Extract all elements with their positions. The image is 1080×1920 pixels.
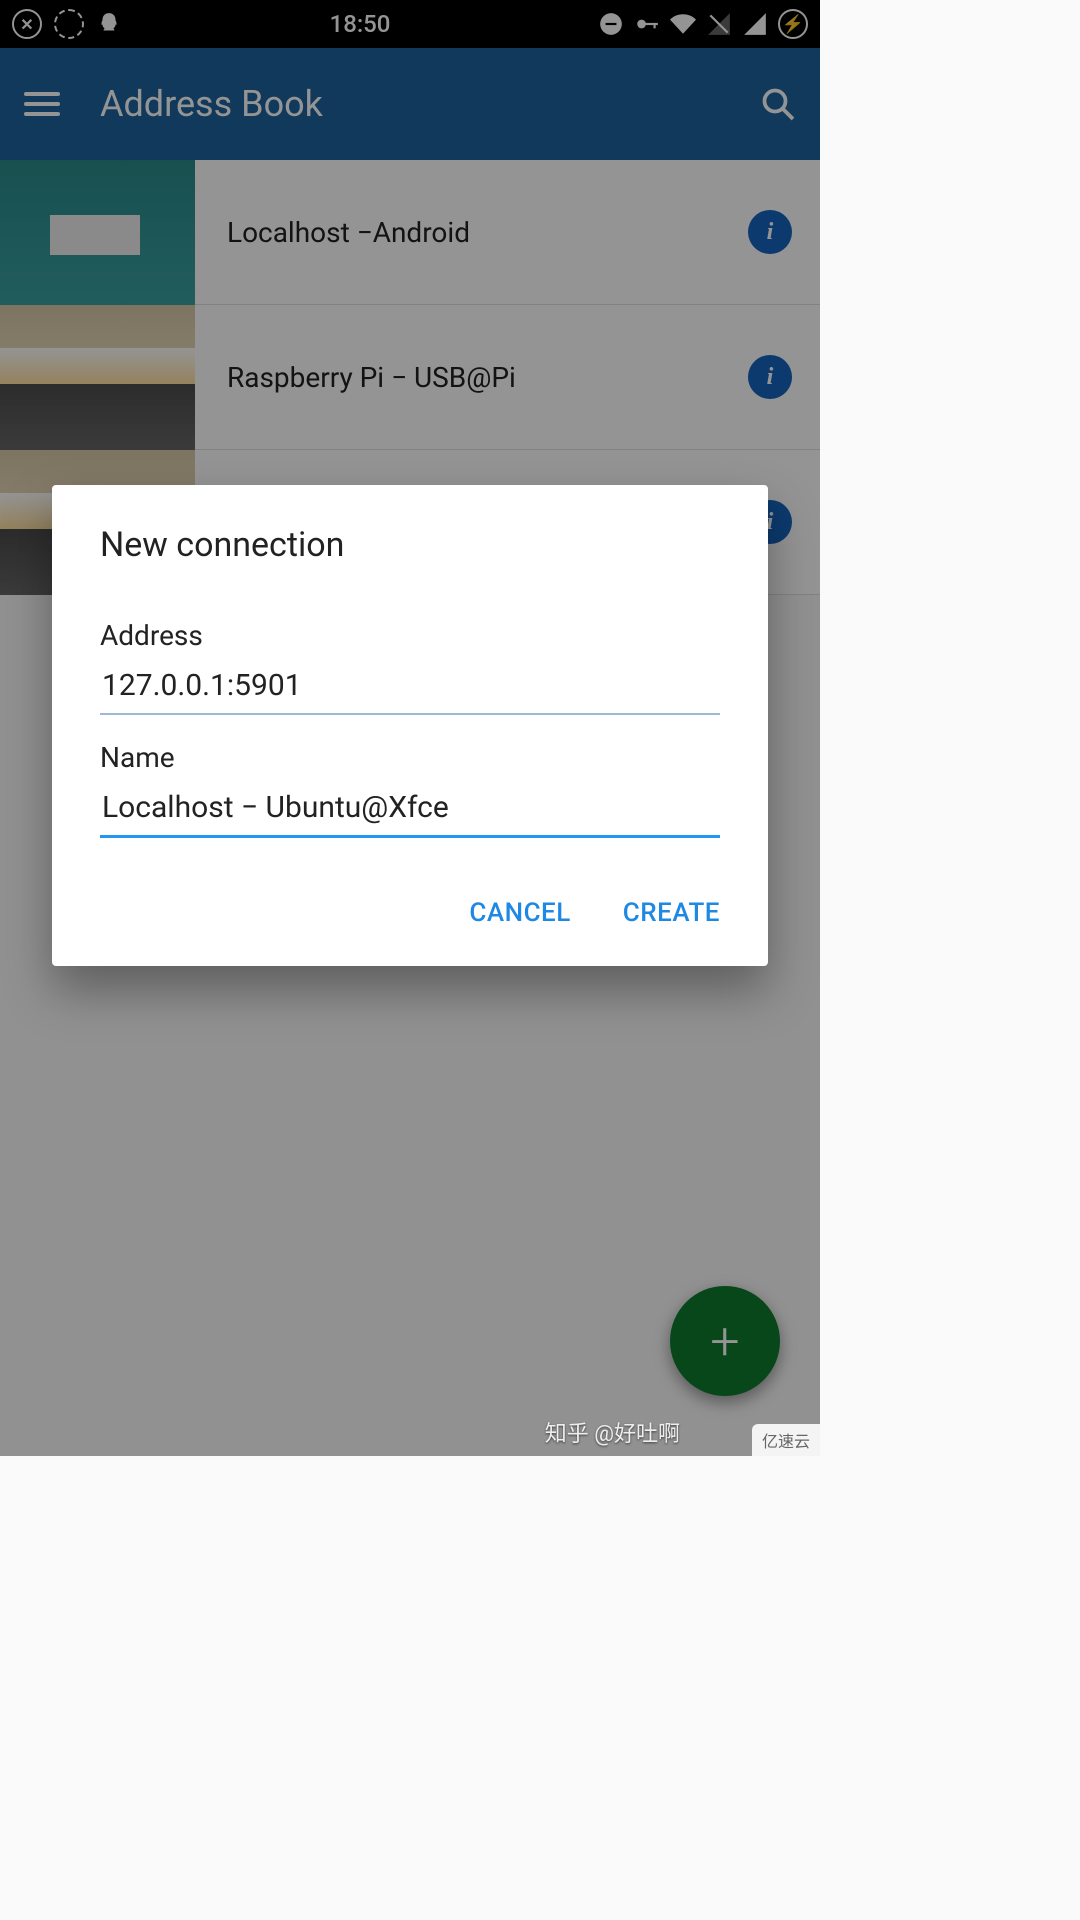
address-label: Address [100,619,720,652]
watermark-text: 知乎 @好吐啊 [545,1416,680,1448]
create-button[interactable]: CREATE [623,898,720,928]
address-input[interactable] [100,662,720,715]
new-connection-dialog: New connection Address Name CANCEL CREAT… [52,485,768,966]
watermark-corner: 亿速云 [752,1424,820,1456]
dialog-actions: CANCEL CREATE [52,838,768,942]
dialog-title: New connection [52,525,768,593]
name-label: Name [100,741,720,774]
name-input[interactable] [100,784,720,838]
cancel-button[interactable]: CANCEL [469,898,570,928]
